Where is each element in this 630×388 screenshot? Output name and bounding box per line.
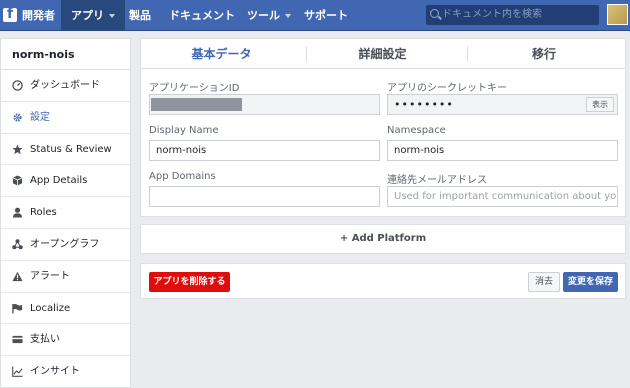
display-name-label: Display Name — [149, 125, 219, 136]
contact-email-placeholder: Used for important communication about y… — [394, 191, 617, 202]
display-name-field[interactable]: norm-nois — [149, 140, 380, 161]
sidebar-item-settings[interactable]: 設定 — [1, 102, 130, 134]
sidebar-item-app-details[interactable]: App Details — [1, 165, 130, 198]
contact-email-label: 連絡先メールアドレス — [387, 175, 487, 186]
search-icon — [430, 9, 439, 18]
namespace-field[interactable]: norm-nois — [387, 140, 618, 161]
app-secret-field[interactable]: •••••••• 表示 — [387, 94, 618, 115]
sidebar-item-label: Status & Review — [30, 143, 112, 155]
nodes-icon — [12, 239, 23, 250]
tab-advanced[interactable]: 詳細設定 — [302, 39, 463, 69]
sidebar-item-insights[interactable]: インサイト — [1, 356, 130, 388]
app-id-label: アプリケーションID — [149, 83, 240, 94]
nav-docs[interactable]: ドキュメント — [169, 0, 235, 31]
warning-icon — [12, 271, 23, 281]
sidebar-item-label: Localize — [30, 302, 71, 314]
app-domains-label: App Domains — [149, 171, 216, 182]
top-navbar: 開発者 アプリ 製品 ドキュメント ツール サポート ドキュメント内を検索 — [0, 0, 630, 31]
nav-products[interactable]: 製品 — [129, 0, 151, 31]
sidebar-item-label: 設定 — [30, 111, 50, 123]
actions-bar: アプリを削除する 消去 変更を保存 — [140, 263, 626, 299]
search-placeholder: ドキュメント内を検索 — [442, 9, 542, 20]
chevron-down-icon — [285, 14, 291, 18]
discard-button[interactable]: 消去 — [528, 272, 560, 292]
sidebar-app-name[interactable]: norm-nois — [1, 39, 130, 70]
delete-app-button[interactable]: アプリを削除する — [149, 272, 230, 292]
flag-icon — [12, 303, 23, 314]
sidebar-item-label: オープングラフ — [30, 238, 100, 250]
sidebar: norm-nois ダッシュボード 設定 Status & Review App… — [0, 38, 131, 388]
sidebar-item-localize[interactable]: Localize — [1, 293, 130, 325]
nav-tools-label: ツール — [247, 9, 280, 22]
sidebar-item-label: App Details — [30, 175, 88, 187]
app-secret-value: •••••••• — [394, 98, 454, 111]
sidebar-item-label: Roles — [30, 207, 57, 219]
save-changes-button[interactable]: 変更を保存 — [563, 272, 618, 292]
nav-apps[interactable]: アプリ — [61, 0, 125, 31]
app-id-field[interactable] — [149, 94, 380, 115]
facebook-logo-icon[interactable] — [3, 6, 17, 22]
gear-icon — [13, 113, 22, 122]
basic-settings-panel: 基本データ 詳細設定 移行 アプリケーションID アプリのシークレットキー ••… — [140, 38, 626, 217]
dashboard-icon — [12, 80, 23, 91]
namespace-label: Namespace — [387, 125, 446, 136]
person-icon — [12, 207, 23, 218]
nav-apps-label: アプリ — [71, 9, 104, 22]
search-input[interactable]: ドキュメント内を検索 — [426, 5, 599, 25]
sidebar-item-dashboard[interactable]: ダッシュボード — [1, 70, 130, 102]
sidebar-item-open-graph[interactable]: オープングラフ — [1, 229, 130, 261]
chevron-down-icon — [109, 14, 115, 18]
sidebar-item-label: 支払い — [30, 334, 60, 346]
app-secret-label: アプリのシークレットキー — [387, 83, 507, 94]
sidebar-item-roles[interactable]: Roles — [1, 197, 130, 229]
show-secret-button[interactable]: 表示 — [586, 97, 614, 112]
sidebar-item-alerts[interactable]: アラート — [1, 261, 130, 293]
settings-tabs: 基本データ 詳細設定 移行 — [141, 39, 625, 69]
sidebar-item-payments[interactable]: 支払い — [1, 324, 130, 357]
developers-brand[interactable]: 開発者 — [22, 0, 55, 31]
cube-icon — [12, 175, 23, 186]
tab-migration[interactable]: 移行 — [463, 39, 625, 69]
app-id-redacted — [151, 98, 242, 111]
add-platform-button[interactable]: + Add Platform — [140, 224, 626, 254]
nav-support[interactable]: サポート — [304, 0, 348, 31]
star-icon — [12, 144, 23, 154]
chart-icon — [12, 366, 23, 377]
tab-basic[interactable]: 基本データ — [141, 39, 302, 69]
sidebar-item-label: インサイト — [30, 366, 80, 378]
avatar[interactable] — [607, 4, 628, 25]
contact-email-field[interactable]: Used for important communication about y… — [387, 186, 618, 207]
app-domains-field[interactable] — [149, 186, 380, 207]
sidebar-item-status-review[interactable]: Status & Review — [1, 134, 130, 166]
sidebar-item-label: ダッシュボード — [30, 80, 100, 91]
nav-tools[interactable]: ツール — [247, 0, 291, 31]
sidebar-item-label: アラート — [30, 270, 70, 282]
card-icon — [12, 336, 23, 344]
